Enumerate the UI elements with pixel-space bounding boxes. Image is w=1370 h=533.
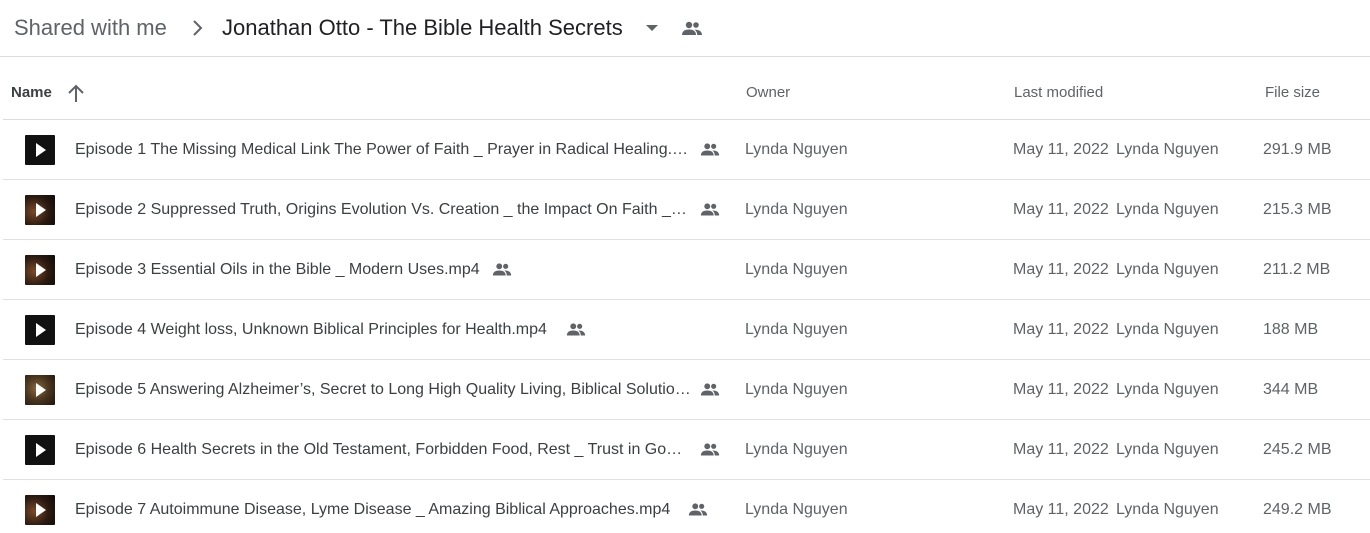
- caret-down-icon[interactable]: [641, 17, 663, 39]
- file-size: 344 MB: [1263, 381, 1319, 398]
- video-thumbnail: [25, 315, 55, 345]
- column-header-file-size: File size: [1265, 84, 1321, 101]
- file-owner: Lynda Nguyen: [745, 201, 848, 218]
- people-icon: [700, 203, 720, 216]
- people-icon: [700, 443, 720, 456]
- file-owner: Lynda Nguyen: [745, 441, 848, 458]
- file-modified-date: May 11, 2022: [1013, 201, 1109, 218]
- column-header-last-modified[interactable]: Last modified: [1014, 84, 1103, 102]
- file-owner: Lynda Nguyen: [745, 141, 848, 158]
- file-name: Episode 6 Health Secrets in the Old Test…: [75, 441, 691, 458]
- file-name: Episode 3 Essential Oils in the Bible _ …: [75, 261, 480, 278]
- file-name: Episode 1 The Missing Medical Link The P…: [75, 141, 691, 158]
- play-icon: [36, 443, 46, 457]
- video-thumbnail: [25, 435, 55, 465]
- chevron-right-icon: [193, 20, 203, 36]
- people-icon: [492, 263, 512, 276]
- file-modified-date: May 11, 2022: [1013, 501, 1109, 518]
- play-icon: [36, 323, 46, 337]
- file-modified-by: Lynda Nguyen: [1116, 381, 1219, 398]
- breadcrumb-current-folder[interactable]: Jonathan Otto - The Bible Health Secrets: [222, 14, 623, 42]
- file-name: Episode 2 Suppressed Truth, Origins Evol…: [75, 201, 691, 218]
- video-thumbnail: [25, 255, 55, 285]
- file-row[interactable]: Episode 5 Answering Alzheimer’s, Secret …: [3, 360, 1370, 420]
- file-modified-by: Lynda Nguyen: [1116, 141, 1219, 158]
- file-size: 211.2 MB: [1263, 261, 1331, 278]
- file-row[interactable]: Episode 6 Health Secrets in the Old Test…: [3, 420, 1370, 480]
- arrow-up-icon[interactable]: [65, 83, 87, 105]
- breadcrumb-shared-with-me[interactable]: Shared with me: [14, 14, 167, 42]
- column-header-owner: Owner: [746, 84, 791, 101]
- file-row[interactable]: Episode 1 The Missing Medical Link The P…: [3, 120, 1370, 180]
- file-list: Episode 1 The Missing Medical Link The P…: [3, 120, 1370, 533]
- people-icon: [700, 143, 720, 156]
- file-modified-by: Lynda Nguyen: [1116, 321, 1219, 338]
- file-size: 245.2 MB: [1263, 441, 1332, 458]
- file-row[interactable]: Episode 3 Essential Oils in the Bible _ …: [3, 240, 1370, 300]
- file-modified-by: Lynda Nguyen: [1116, 501, 1219, 518]
- file-modified-date: May 11, 2022: [1013, 441, 1109, 458]
- people-icon: [688, 503, 708, 516]
- play-icon: [36, 143, 46, 157]
- file-modified-by: Lynda Nguyen: [1116, 441, 1219, 458]
- play-icon: [36, 503, 46, 517]
- breadcrumb: Shared with me Jonathan Otto - The Bible…: [0, 0, 1370, 57]
- file-modified-by: Lynda Nguyen: [1116, 261, 1219, 278]
- video-thumbnail: [25, 135, 55, 165]
- column-header-name[interactable]: Name: [11, 84, 52, 102]
- video-thumbnail: [25, 495, 55, 525]
- file-size: 249.2 MB: [1263, 501, 1332, 518]
- people-icon: [700, 383, 720, 396]
- file-row[interactable]: Episode 4 Weight loss, Unknown Biblical …: [3, 300, 1370, 360]
- file-owner: Lynda Nguyen: [745, 381, 848, 398]
- video-thumbnail: [25, 375, 55, 405]
- file-owner: Lynda Nguyen: [745, 321, 848, 338]
- file-name: Episode 7 Autoimmune Disease, Lyme Disea…: [75, 501, 671, 518]
- file-row[interactable]: Episode 2 Suppressed Truth, Origins Evol…: [3, 180, 1370, 240]
- file-modified-date: May 11, 2022: [1013, 381, 1109, 398]
- file-size: 188 MB: [1263, 321, 1319, 338]
- play-icon: [36, 203, 46, 217]
- file-modified-date: May 11, 2022: [1013, 261, 1109, 278]
- file-modified-date: May 11, 2022: [1013, 321, 1109, 338]
- file-size: 215.3 MB: [1263, 201, 1332, 218]
- file-owner: Lynda Nguyen: [745, 501, 848, 518]
- file-size: 291.9 MB: [1263, 141, 1332, 158]
- people-icon: [682, 21, 702, 35]
- people-icon: [566, 323, 586, 336]
- file-owner: Lynda Nguyen: [745, 261, 848, 278]
- file-name: Episode 4 Weight loss, Unknown Biblical …: [75, 321, 547, 338]
- play-icon: [36, 263, 46, 277]
- play-icon: [36, 383, 46, 397]
- file-modified-date: May 11, 2022: [1013, 141, 1109, 158]
- file-row[interactable]: Episode 7 Autoimmune Disease, Lyme Disea…: [3, 480, 1370, 533]
- file-name: Episode 5 Answering Alzheimer’s, Secret …: [75, 381, 691, 398]
- file-modified-by: Lynda Nguyen: [1116, 201, 1219, 218]
- video-thumbnail: [25, 195, 55, 225]
- file-list-header: Name Owner Last modified File size: [3, 58, 1370, 120]
